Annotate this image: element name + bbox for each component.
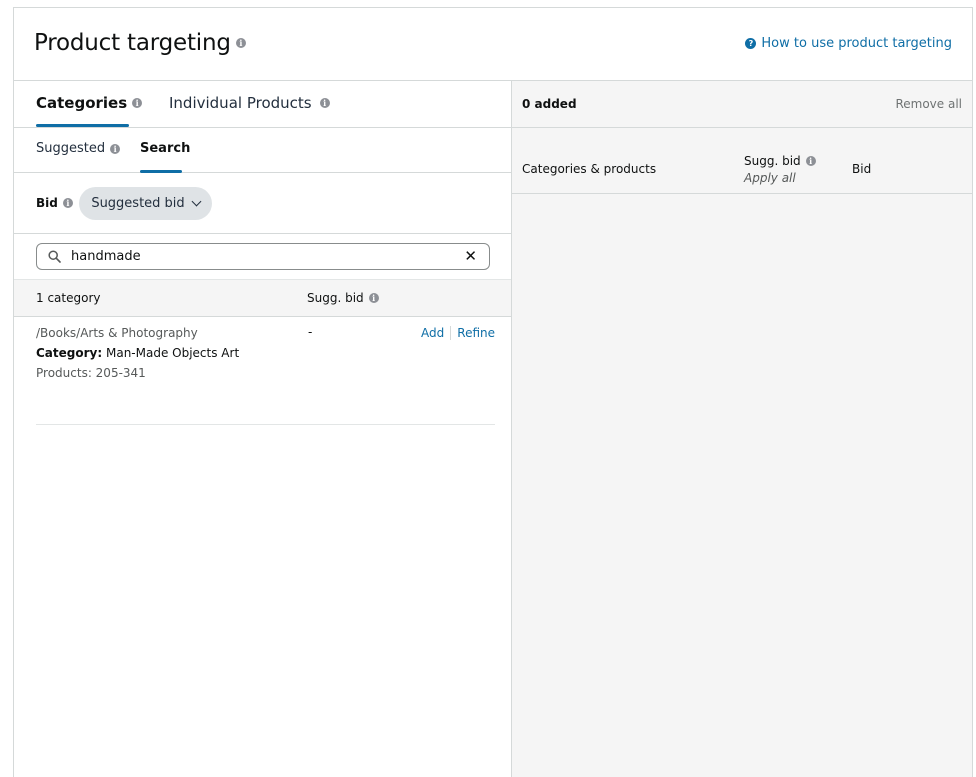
bid-label: Bid i bbox=[36, 196, 73, 210]
apply-all-link[interactable]: Apply all bbox=[744, 171, 796, 185]
action-divider bbox=[450, 326, 452, 340]
subtab-suggested[interactable]: Suggested i bbox=[36, 141, 121, 156]
category-path: /Books/Arts & Photography bbox=[36, 326, 198, 340]
subtab-search[interactable]: Search bbox=[140, 141, 190, 156]
page-title: Product targeting i bbox=[34, 30, 246, 56]
clear-icon[interactable]: ✕ bbox=[464, 247, 477, 265]
refine-button[interactable]: Refine bbox=[457, 326, 495, 340]
panel-header: Product targeting i ? How to use product… bbox=[14, 8, 972, 81]
tab-individual-products[interactable]: Individual Products i bbox=[169, 94, 330, 112]
category-actions: Add Refine bbox=[421, 326, 495, 340]
active-tab-indicator bbox=[36, 124, 129, 127]
added-count: 0 added bbox=[522, 97, 577, 111]
help-link[interactable]: ? How to use product targeting bbox=[745, 36, 952, 51]
info-icon[interactable]: i bbox=[235, 38, 246, 48]
category-name: Category: Man-Made Objects Art bbox=[36, 346, 239, 360]
bid-type-dropdown[interactable]: Suggested bid bbox=[79, 187, 212, 220]
results-sugg-bid-label: Sugg. bid bbox=[307, 291, 364, 305]
product-targeting-panel: Product targeting i ? How to use product… bbox=[13, 7, 973, 777]
column-sugg-bid: Sugg. bid i bbox=[744, 154, 816, 168]
page-title-text: Product targeting bbox=[34, 30, 231, 56]
added-header: 0 added Remove all bbox=[512, 81, 972, 128]
bid-label-text: Bid bbox=[36, 196, 58, 210]
results-header: 1 category Sugg. bid i bbox=[14, 279, 511, 317]
tab-individual-products-label[interactable]: Individual Products bbox=[169, 94, 312, 112]
search-input[interactable]: handmade ✕ bbox=[36, 243, 490, 270]
targeting-left-pane: Categories i Individual Products i Sugge… bbox=[14, 81, 512, 777]
info-icon[interactable]: i bbox=[110, 143, 121, 154]
category-products: Products: 205-341 bbox=[36, 366, 146, 380]
targeting-tabs: Categories i Individual Products i bbox=[14, 81, 511, 128]
info-icon[interactable]: i bbox=[319, 98, 330, 108]
category-label: Category: bbox=[36, 346, 103, 360]
tab-categories-label[interactable]: Categories bbox=[36, 94, 127, 112]
bid-row: Bid i Suggested bid bbox=[14, 173, 511, 234]
added-column-headers: Categories & products Sugg. bid i Apply … bbox=[512, 128, 972, 194]
subtab-suggested-label[interactable]: Suggested bbox=[36, 141, 105, 156]
results-count: 1 category bbox=[36, 291, 101, 305]
search-input-value[interactable]: handmade bbox=[71, 249, 141, 264]
column-categories-products: Categories & products bbox=[522, 162, 657, 176]
search-icon bbox=[48, 250, 61, 263]
tab-categories[interactable]: Categories i bbox=[36, 94, 143, 112]
chevron-down-icon bbox=[191, 196, 202, 207]
info-icon[interactable]: i bbox=[368, 293, 379, 303]
category-value: Man-Made Objects Art bbox=[105, 346, 240, 360]
remove-all-button[interactable]: Remove all bbox=[895, 97, 962, 111]
category-sugg-bid: - bbox=[308, 325, 313, 339]
help-link-text[interactable]: How to use product targeting bbox=[761, 36, 952, 51]
category-subtabs: Suggested i Search bbox=[14, 128, 511, 173]
info-icon[interactable]: i bbox=[62, 198, 73, 208]
list-item: /Books/Arts & Photography Category: Man-… bbox=[36, 317, 495, 425]
info-icon[interactable]: i bbox=[805, 156, 816, 166]
info-icon[interactable]: i bbox=[132, 98, 143, 108]
search-row: handmade ✕ bbox=[14, 234, 511, 279]
column-bid: Bid bbox=[852, 162, 872, 176]
add-button[interactable]: Add bbox=[421, 326, 444, 340]
bid-type-value[interactable]: Suggested bid bbox=[91, 196, 184, 211]
results-sugg-bid-header: Sugg. bid i bbox=[307, 291, 379, 305]
column-sugg-bid-label: Sugg. bid bbox=[744, 154, 801, 168]
subtab-search-label[interactable]: Search bbox=[140, 141, 190, 156]
added-targets-pane: 0 added Remove all Categories & products… bbox=[512, 81, 972, 777]
help-circle-icon: ? bbox=[745, 38, 757, 49]
